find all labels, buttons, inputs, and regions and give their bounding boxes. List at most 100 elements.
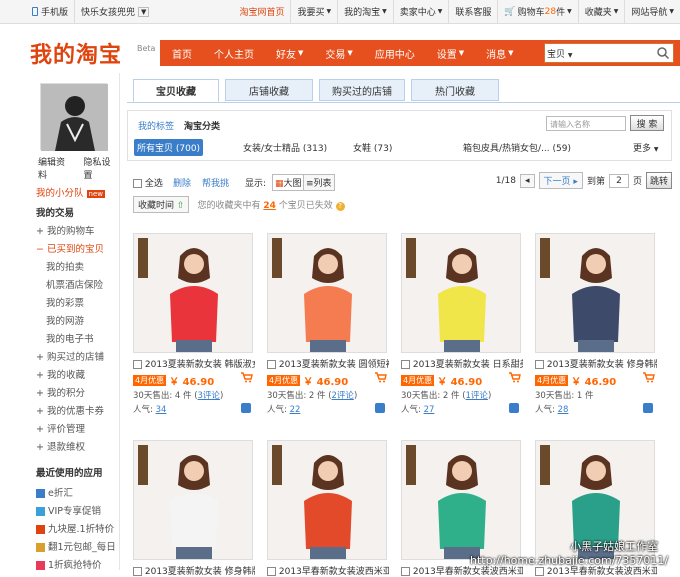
product-title[interactable]: 2013夏装新款女装 修身韩版 <box>535 357 657 370</box>
buy-menu[interactable]: 我要买 ▼ <box>290 0 337 24</box>
privacy-settings-link[interactable]: 隐私设置 <box>84 155 120 181</box>
seller-center-menu[interactable]: 卖家中心 ▼ <box>392 0 449 24</box>
avatar[interactable] <box>40 83 108 151</box>
category-womens-wear[interactable]: 女装/女士精品 (313) <box>243 141 327 154</box>
sidebar-item-purchased[interactable]: − 已买到的宝贝 <box>36 241 104 255</box>
product-image[interactable] <box>133 233 253 353</box>
tab-purchased-shops[interactable]: 购买过的店铺 <box>319 79 405 101</box>
search-scope-select[interactable]: 宝贝 ▼ <box>547 47 573 60</box>
next-page-button[interactable]: 下一页 ▸ <box>538 172 583 189</box>
category-all[interactable]: 所有宝贝 (700) <box>134 139 204 156</box>
user-menu[interactable]: 快乐女孩兜兜 ▼ <box>74 0 155 24</box>
share-icon[interactable] <box>375 403 385 413</box>
tab-hot-favorites[interactable]: 热门收藏 <box>411 79 499 101</box>
favorites-search-button[interactable]: 搜 索 <box>630 115 664 131</box>
app-baoyou[interactable]: 翻1元包邮_每日 <box>36 539 116 553</box>
sitemap-menu[interactable]: 网站导航 ▼ <box>624 0 680 24</box>
favorites-menu[interactable]: 收藏夹 ▼ <box>577 0 625 24</box>
checkbox[interactable] <box>267 567 276 576</box>
subtab-my-tags[interactable]: 我的标签 <box>138 119 174 132</box>
nav-settings[interactable]: 设置 ▼ <box>426 40 475 66</box>
checkbox[interactable] <box>535 567 544 576</box>
sidebar-item-shops[interactable]: + 购买过的店铺 <box>36 349 104 363</box>
product-image[interactable] <box>401 233 521 353</box>
product-image[interactable] <box>535 233 655 353</box>
view-list-button[interactable]: ≡列表 <box>303 174 335 191</box>
app-ezhehui[interactable]: e折汇 <box>36 485 73 499</box>
search-icon[interactable] <box>656 46 670 60</box>
mobile-link[interactable]: 手机版 <box>26 0 74 24</box>
share-icon[interactable] <box>241 403 251 413</box>
share-icon[interactable] <box>509 403 519 413</box>
prev-page-button[interactable]: ◂ <box>520 173 535 188</box>
tab-item-favorites[interactable]: 宝贝收藏 <box>133 79 219 102</box>
subtab-taobao-category[interactable]: 淘宝分类 <box>184 119 220 132</box>
invalid-count[interactable]: 24 <box>263 201 276 211</box>
cart-icon[interactable] <box>241 372 253 383</box>
sidebar-item-reviews[interactable]: + 评价管理 <box>36 421 85 435</box>
favorites-search-input[interactable]: 请输入名称 <box>546 116 626 131</box>
nav-apps[interactable]: 应用中心 <box>364 40 426 66</box>
nav-messages[interactable]: 消息 ▼ <box>475 40 524 66</box>
category-more[interactable]: 更多 ▼ <box>633 141 659 154</box>
nav-profile[interactable]: 个人主页 <box>203 40 265 66</box>
app-vip[interactable]: VIP专享促销 <box>36 503 101 517</box>
product-image[interactable] <box>267 233 387 353</box>
checkbox[interactable] <box>401 567 410 576</box>
product-title[interactable]: 2013夏装新款女装 修身韩版 <box>133 564 255 577</box>
popularity-value[interactable]: 22 <box>290 405 301 415</box>
sidebar-item-travel[interactable]: 机票酒店保险 <box>46 277 103 291</box>
reviews-link[interactable]: 2评论 <box>332 391 354 401</box>
sidebar-item-points[interactable]: + 我的积分 <box>36 385 85 399</box>
edit-profile-link[interactable]: 编辑资料 <box>38 155 74 181</box>
delete-button[interactable]: 删除 <box>173 176 191 189</box>
select-all[interactable]: 全选 <box>133 176 163 189</box>
sidebar-item-cart[interactable]: + 我的购物车 <box>36 223 95 237</box>
product-image[interactable] <box>133 440 253 560</box>
sidebar-item-refunds[interactable]: + 退款维权 <box>36 439 85 453</box>
sidebar-item-auction[interactable]: 我的拍卖 <box>46 259 84 273</box>
share-icon[interactable] <box>643 403 653 413</box>
sidebar-item-games[interactable]: 我的网游 <box>46 313 84 327</box>
popularity-value[interactable]: 34 <box>156 405 167 415</box>
help-pick-button[interactable]: 帮我挑 <box>202 176 229 189</box>
nav-home[interactable]: 首页 <box>160 40 203 66</box>
cart-icon[interactable] <box>643 372 655 383</box>
product-title[interactable]: 2013夏装新款女装 韩版淑女 <box>133 357 255 370</box>
view-large-button[interactable]: ▦大图 <box>272 174 305 191</box>
product-title[interactable]: 2013早春新款女装波西米亚 <box>267 564 389 577</box>
site-logo[interactable]: 我的淘宝 <box>30 37 122 69</box>
checkbox[interactable] <box>401 360 410 369</box>
nav-friends[interactable]: 好友 ▼ <box>265 40 314 66</box>
my-taobao-menu[interactable]: 我的淘宝 ▼ <box>337 0 393 24</box>
product-image[interactable] <box>267 440 387 560</box>
product-title[interactable]: 2013夏装新款女装 日系甜美 <box>401 357 523 370</box>
app-jiukuaiwu[interactable]: 九块屋.1折特价 <box>36 521 114 535</box>
checkbox[interactable] <box>133 179 142 188</box>
checkbox[interactable] <box>133 567 142 576</box>
sort-by-time-button[interactable]: 收藏时间 ⇧ <box>133 196 190 213</box>
header-search[interactable]: 宝贝 ▼ <box>544 43 674 63</box>
taobao-home-link[interactable]: 淘宝网首页 <box>233 0 290 24</box>
checkbox[interactable] <box>535 360 544 369</box>
checkbox[interactable] <box>133 360 142 369</box>
cart-icon[interactable] <box>509 372 521 383</box>
page-number-input[interactable]: 2 <box>608 173 629 188</box>
product-title[interactable]: 2013夏装新款女装 圆领短袖 <box>267 357 389 370</box>
sidebar-team[interactable]: 我的小分队 new <box>36 185 105 199</box>
jump-button[interactable]: 跳转 <box>645 172 672 189</box>
sidebar-item-lottery[interactable]: 我的彩票 <box>46 295 84 309</box>
customer-service-link[interactable]: 联系客服 <box>448 0 497 24</box>
sidebar-item-favorites[interactable]: + 我的收藏 <box>36 367 85 381</box>
tab-shop-favorites[interactable]: 店铺收藏 <box>225 79 313 101</box>
popularity-value[interactable]: 27 <box>424 405 435 415</box>
category-bags[interactable]: 箱包皮具/热销女包/... (59) <box>463 141 571 154</box>
reviews-link[interactable]: 3评论 <box>198 391 220 401</box>
sidebar-item-ebooks[interactable]: 我的电子书 <box>46 331 94 345</box>
checkbox[interactable] <box>267 360 276 369</box>
sidebar-item-coupons[interactable]: + 我的优惠卡券 <box>36 403 104 417</box>
nav-trade[interactable]: 交易 ▼ <box>314 40 363 66</box>
popularity-value[interactable]: 28 <box>558 405 569 415</box>
category-womens-shoes[interactable]: 女鞋 (73) <box>353 141 392 154</box>
app-yizhe[interactable]: 1折疯抢特价 <box>36 557 102 571</box>
